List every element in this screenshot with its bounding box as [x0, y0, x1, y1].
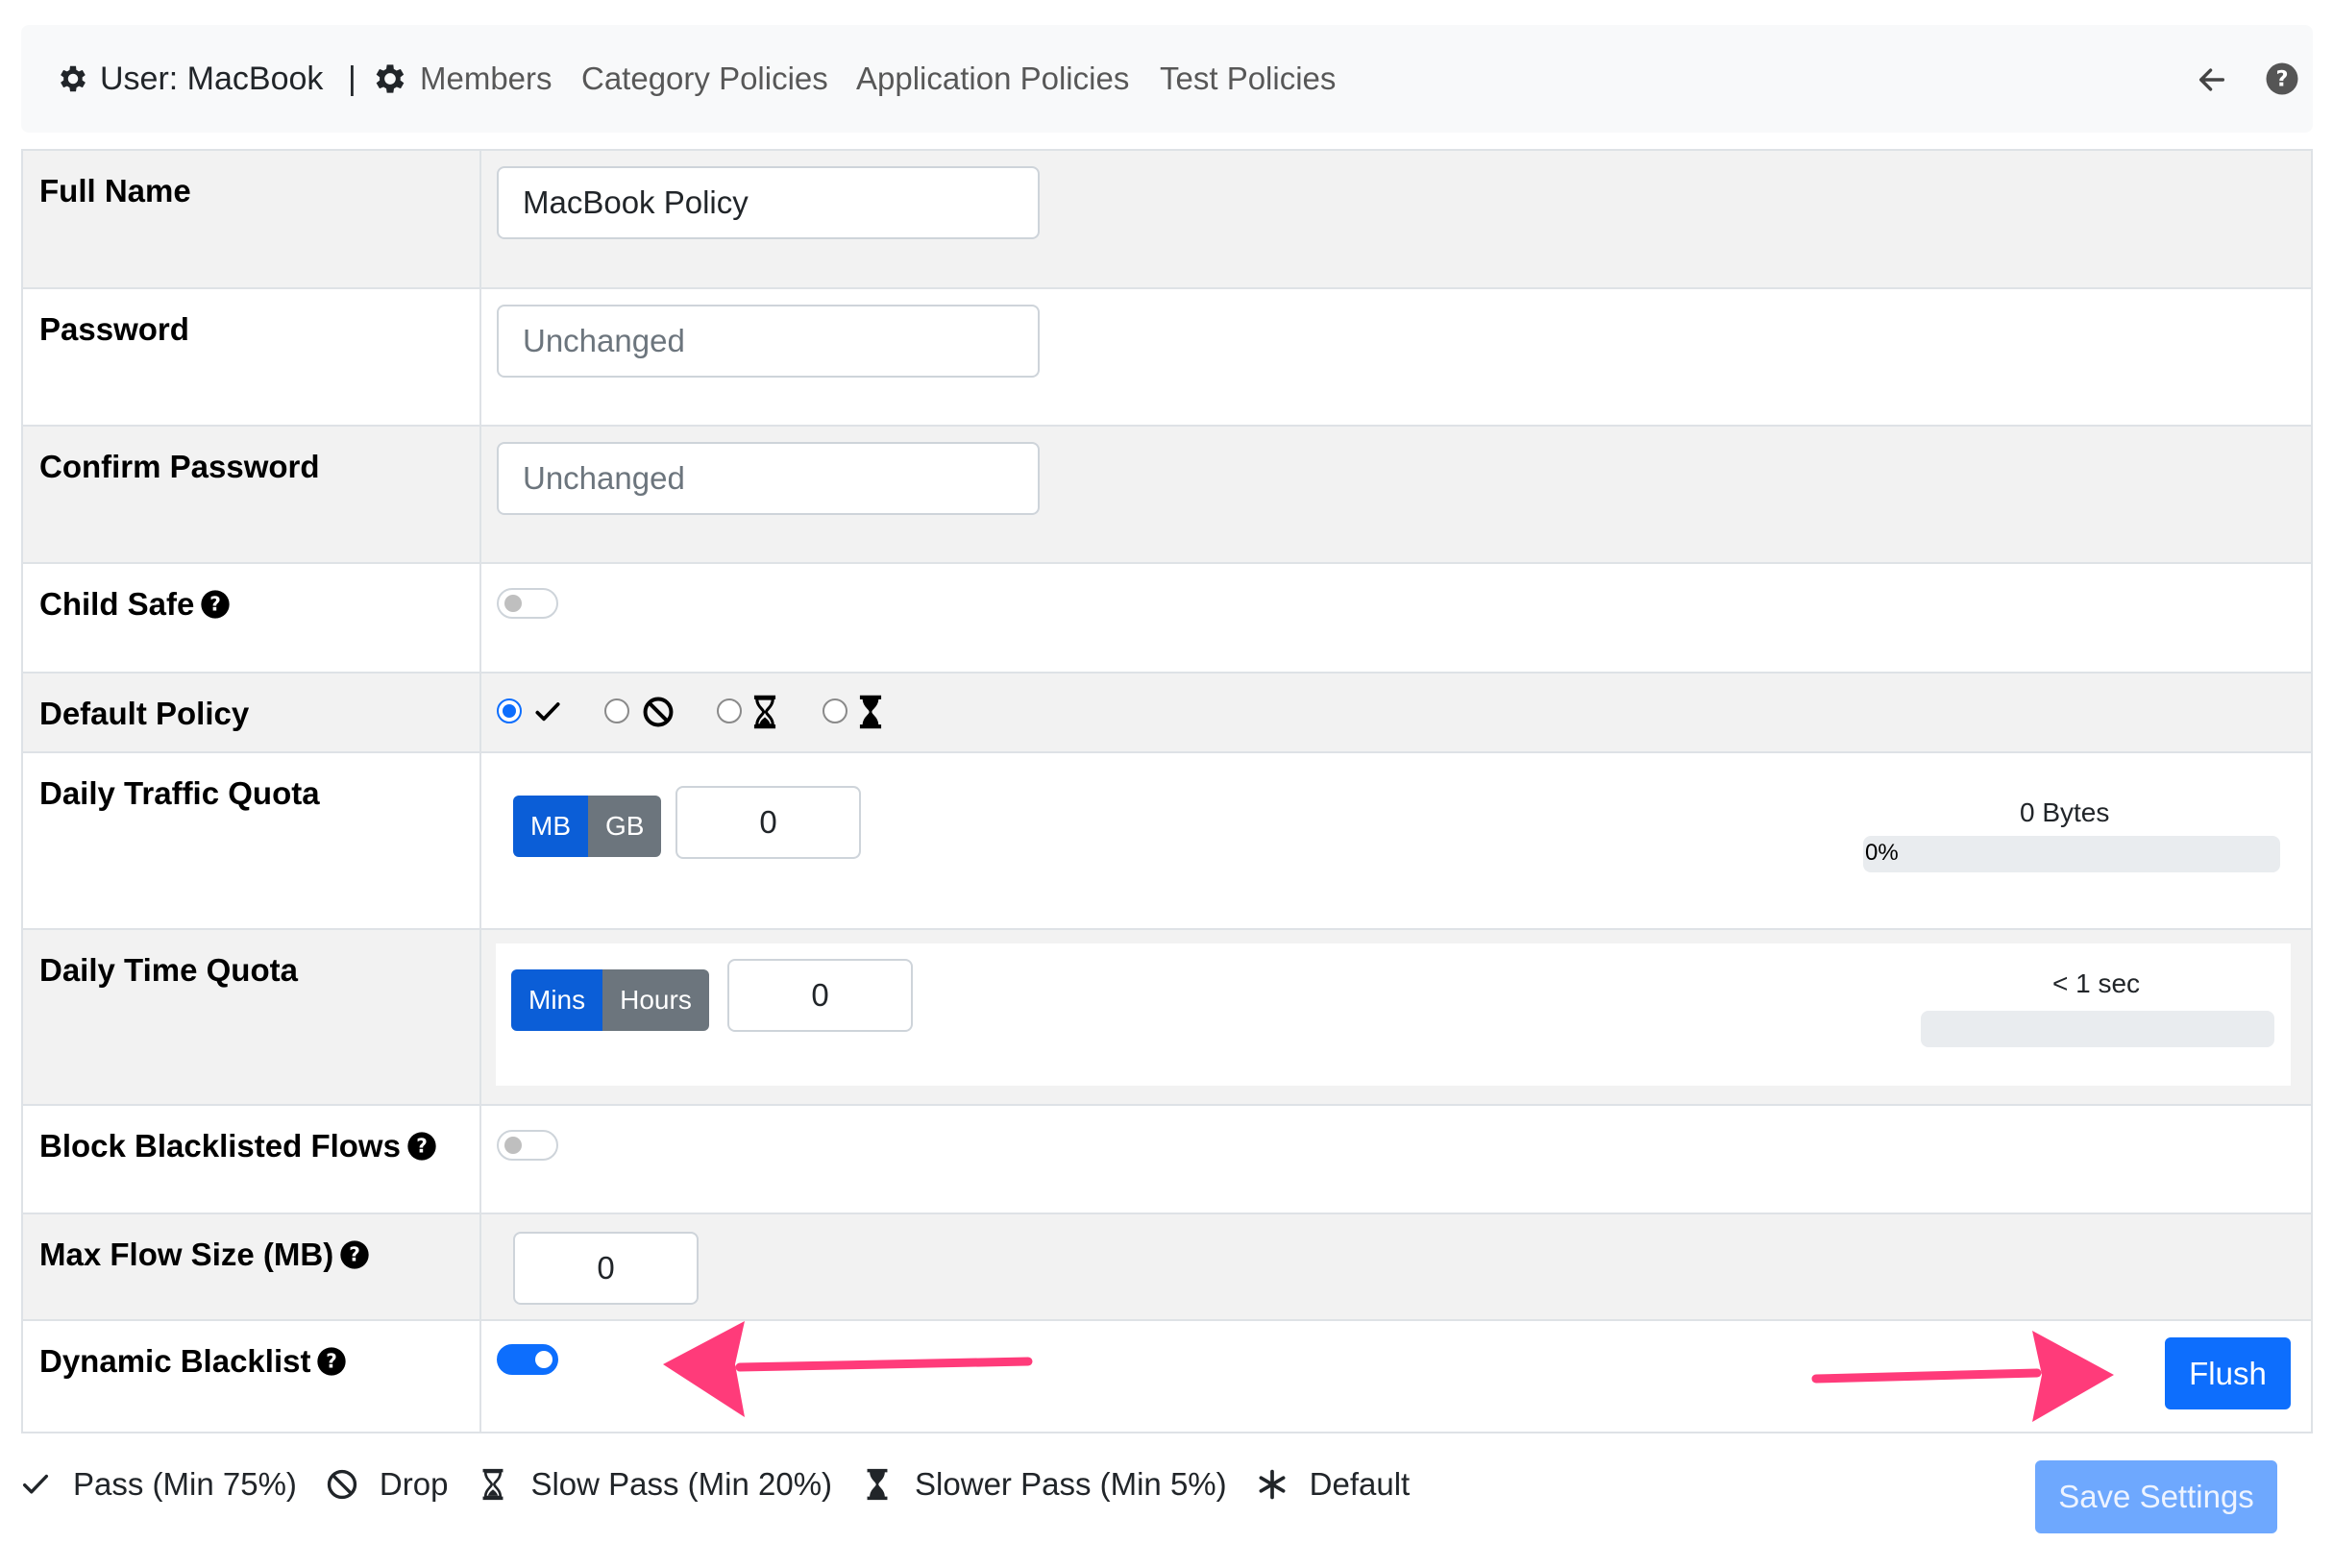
traffic-progress-label: 0%	[1865, 840, 1899, 866]
time-usage-text: < 1 sec	[2052, 968, 2141, 998]
unit-mins-button[interactable]: Mins	[511, 969, 603, 1031]
password-label: Password	[39, 311, 189, 347]
password-input[interactable]: Unchanged	[497, 305, 1040, 378]
help-icon[interactable]: ?	[339, 1239, 370, 1270]
confirm-password-input[interactable]: Unchanged	[497, 442, 1040, 515]
full-name-input[interactable]: MacBook Policy	[497, 166, 1040, 239]
row-max-flow-size: Max Flow Size (MB)? 0	[21, 1213, 2313, 1319]
help-icon[interactable]: ?	[406, 1131, 437, 1162]
legend-slower-pass: Slower Pass (Min 5%)	[915, 1466, 1227, 1502]
child-safe-label: Child Safe?	[39, 585, 231, 624]
row-full-name: Full Name MacBook Policy	[21, 149, 2313, 287]
confirm-password-label: Confirm Password	[39, 449, 320, 484]
traffic-usage-text: 0 Bytes	[2020, 797, 2110, 827]
policy-radio-slower-pass[interactable]	[823, 698, 847, 723]
max-flow-size-input[interactable]: 0	[513, 1232, 699, 1305]
traffic-unit-toggle: MB GB	[513, 796, 662, 857]
help-icon[interactable]: ?	[200, 589, 231, 620]
ban-icon	[643, 697, 674, 727]
unit-hours-button[interactable]: Hours	[602, 969, 709, 1031]
annotation-arrow-right	[1811, 1331, 2114, 1422]
help-icon[interactable]: ?	[2265, 61, 2299, 96]
check-icon	[535, 702, 560, 722]
settings-gear-icon[interactable]	[371, 60, 409, 98]
nav-link-category-policies[interactable]: Category Policies	[581, 58, 828, 100]
nav-link-application-policies[interactable]: Application Policies	[856, 58, 1129, 100]
save-settings-button[interactable]: Save Settings	[2035, 1460, 2277, 1533]
time-progress-bar	[1921, 1011, 2274, 1047]
top-navbar: User: MacBook | Members Category Policie…	[21, 25, 2313, 133]
svg-text:?: ?	[327, 1350, 338, 1373]
daily-time-quota-label: Daily Time Quota	[39, 952, 298, 988]
policy-legend: Pass (Min 75%) Drop Slow Pass (Min 20%) …	[19, 1460, 1438, 1508]
time-quota-input[interactable]: 0	[727, 959, 913, 1032]
traffic-quota-input[interactable]: 0	[675, 786, 861, 859]
gear-icon	[61, 65, 86, 92]
asterisk-icon	[1259, 1469, 1286, 1500]
nav-link-test-policies[interactable]: Test Policies	[1160, 58, 1336, 100]
hourglass-half-icon	[482, 1468, 503, 1501]
svg-text:?: ?	[2275, 67, 2288, 92]
daily-traffic-quota-label: Daily Traffic Quota	[39, 775, 320, 811]
legend-slow-pass: Slow Pass (Min 20%)	[530, 1466, 833, 1502]
row-password: Password Unchanged	[21, 287, 2313, 425]
unit-mb-button[interactable]: MB	[513, 796, 588, 857]
row-block-blacklisted-flows: Block Blacklisted Flows?	[21, 1104, 2313, 1213]
policy-radio-slow-pass[interactable]	[717, 698, 742, 723]
unit-gb-button[interactable]: GB	[588, 796, 662, 857]
ban-icon	[327, 1469, 357, 1500]
navbar-brand: User: MacBook	[100, 61, 324, 97]
row-daily-traffic-quota: Daily Traffic Quota MB GB 0 0 Bytes 0%	[21, 751, 2313, 928]
max-flow-size-label: Max Flow Size (MB)?	[39, 1236, 370, 1274]
block-blacklisted-flows-label: Block Blacklisted Flows?	[39, 1127, 437, 1165]
svg-text:?: ?	[349, 1243, 360, 1266]
hourglass-full-icon	[859, 695, 882, 729]
arrow-left-icon[interactable]	[2196, 63, 2228, 96]
hourglass-full-icon	[867, 1468, 888, 1501]
navbar-separator: |	[348, 61, 356, 97]
help-icon[interactable]: ?	[316, 1346, 347, 1377]
policy-radio-pass[interactable]	[497, 698, 522, 723]
legend-drop: Drop	[379, 1466, 449, 1502]
traffic-progress-bar: 0%	[1863, 836, 2280, 872]
legend-pass: Pass (Min 75%)	[73, 1466, 297, 1502]
dynamic-blacklist-toggle[interactable]	[497, 1344, 558, 1375]
annotation-arrow-left	[663, 1321, 1033, 1417]
dynamic-blacklist-label: Dynamic Blacklist?	[39, 1342, 347, 1381]
check-icon	[22, 1474, 49, 1494]
nav-link-members[interactable]: Members	[420, 58, 553, 100]
child-safe-toggle[interactable]	[497, 588, 558, 619]
policy-radio-drop[interactable]	[604, 698, 629, 723]
time-unit-toggle: Mins Hours	[511, 969, 709, 1031]
default-policy-label: Default Policy	[39, 696, 250, 731]
svg-text:?: ?	[210, 593, 222, 616]
flush-button[interactable]: Flush	[2165, 1337, 2291, 1409]
row-child-safe: Child Safe?	[21, 562, 2313, 672]
block-blacklisted-flows-toggle[interactable]	[497, 1130, 558, 1161]
row-default-policy: Default Policy	[21, 672, 2313, 751]
full-name-label: Full Name	[39, 173, 191, 208]
svg-text:?: ?	[416, 1135, 428, 1158]
row-confirm-password: Confirm Password Unchanged	[21, 425, 2313, 562]
hourglass-half-icon	[753, 695, 776, 729]
legend-default: Default	[1309, 1466, 1411, 1502]
